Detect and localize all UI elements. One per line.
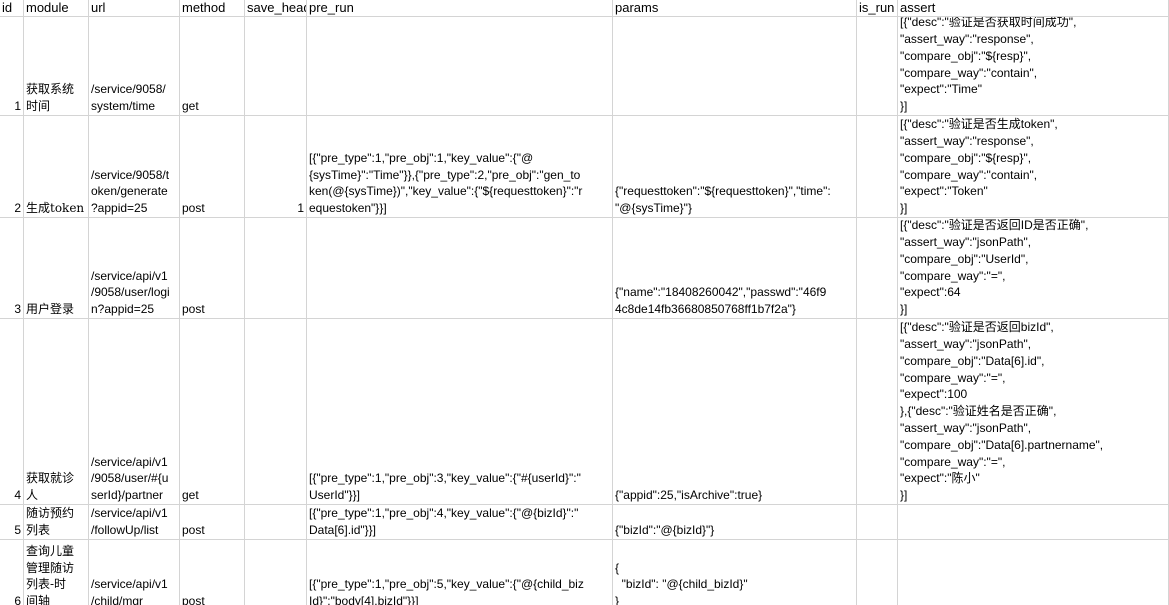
header-pre-run[interactable]: pre_run [307, 0, 613, 17]
cell-assert[interactable]: [{"desc":"验证是否获取时间成功", "assert_way":"res… [898, 17, 1169, 116]
cell-params[interactable]: {"bizId":"@{bizId}"} [613, 505, 857, 540]
cell-is-run[interactable] [857, 218, 898, 319]
cell-url[interactable]: /service/api/v1 /followUp/list [89, 505, 180, 540]
cell-params[interactable]: { "bizId": "@{child_bizId}" } [613, 540, 857, 605]
cell-save-head[interactable] [245, 505, 307, 540]
header-id[interactable]: id [0, 0, 24, 17]
cell-is-run[interactable] [857, 540, 898, 605]
cell-module[interactable]: 获取就诊 人 [24, 319, 89, 505]
cell-method[interactable]: post [180, 540, 245, 605]
cell-module[interactable]: 随访预约 列表 [24, 505, 89, 540]
cell-save-head[interactable] [245, 218, 307, 319]
cell-pre-run[interactable]: [{"pre_type":1,"pre_obj":3,"key_value":{… [307, 319, 613, 505]
cell-method[interactable]: get [180, 319, 245, 505]
header-save-head[interactable]: save_head [245, 0, 307, 17]
cell-save-head[interactable] [245, 540, 307, 605]
cell-assert[interactable]: [{"desc":"验证是否返回bizId", "assert_way":"js… [898, 319, 1169, 505]
cell-assert[interactable]: [{"desc":"验证是否返回ID是否正确", "assert_way":"j… [898, 218, 1169, 319]
cell-is-run[interactable] [857, 116, 898, 218]
cell-save-head[interactable]: 1 [245, 116, 307, 218]
cell-module[interactable]: 查询儿童 管理随访 列表-时 间轴 [24, 540, 89, 605]
header-params[interactable]: params [613, 0, 857, 17]
cell-method[interactable]: post [180, 218, 245, 319]
cell-id[interactable]: 6 [0, 540, 24, 605]
cell-is-run[interactable] [857, 505, 898, 540]
cell-id[interactable]: 5 [0, 505, 24, 540]
cell-assert[interactable]: [{"desc":"验证是否生成token", "assert_way":"re… [898, 116, 1169, 218]
spreadsheet: id module url method save_head pre_run p… [0, 0, 1169, 605]
header-method[interactable]: method [180, 0, 245, 17]
cell-module[interactable]: 获取系统 时间 [24, 17, 89, 116]
cell-params[interactable] [613, 17, 857, 116]
cell-save-head[interactable] [245, 17, 307, 116]
cell-method[interactable]: post [180, 505, 245, 540]
cell-params[interactable]: {"name":"18408260042","passwd":"46f9 4c8… [613, 218, 857, 319]
cell-id[interactable]: 2 [0, 116, 24, 218]
cell-id[interactable]: 4 [0, 319, 24, 505]
cell-id[interactable]: 1 [0, 17, 24, 116]
cell-id[interactable]: 3 [0, 218, 24, 319]
header-url[interactable]: url [89, 0, 180, 17]
header-module[interactable]: module [24, 0, 89, 17]
header-assert[interactable]: assert [898, 0, 1169, 17]
cell-params[interactable]: {"appid":25,"isArchive":true} [613, 319, 857, 505]
header-is-run[interactable]: is_run [857, 0, 898, 17]
cell-pre-run[interactable]: [{"pre_type":1,"pre_obj":5,"key_value":{… [307, 540, 613, 605]
cell-module[interactable]: 用户登录 [24, 218, 89, 319]
cell-url[interactable]: /service/api/v1 /9058/user/#{u serId}/pa… [89, 319, 180, 505]
cell-pre-run[interactable] [307, 17, 613, 116]
cell-is-run[interactable] [857, 17, 898, 116]
cell-assert[interactable] [898, 540, 1169, 605]
cell-url[interactable]: /service/api/v1 /9058/user/logi n?appid=… [89, 218, 180, 319]
cell-module[interactable]: 生成token [24, 116, 89, 218]
cell-url[interactable]: /service/9058/t oken/generate ?appid=25 [89, 116, 180, 218]
cell-is-run[interactable] [857, 319, 898, 505]
cell-url[interactable]: /service/api/v1 /child/mgr [89, 540, 180, 605]
cell-url[interactable]: /service/9058/ system/time [89, 17, 180, 116]
cell-pre-run[interactable]: [{"pre_type":1,"pre_obj":1,"key_value":{… [307, 116, 613, 218]
cell-assert[interactable] [898, 505, 1169, 540]
cell-params[interactable]: {"requesttoken":"${requesttoken}","time"… [613, 116, 857, 218]
cell-pre-run[interactable]: [{"pre_type":1,"pre_obj":4,"key_value":{… [307, 505, 613, 540]
cell-save-head[interactable] [245, 319, 307, 505]
cell-method[interactable]: post [180, 116, 245, 218]
cell-pre-run[interactable] [307, 218, 613, 319]
cell-method[interactable]: get [180, 17, 245, 116]
